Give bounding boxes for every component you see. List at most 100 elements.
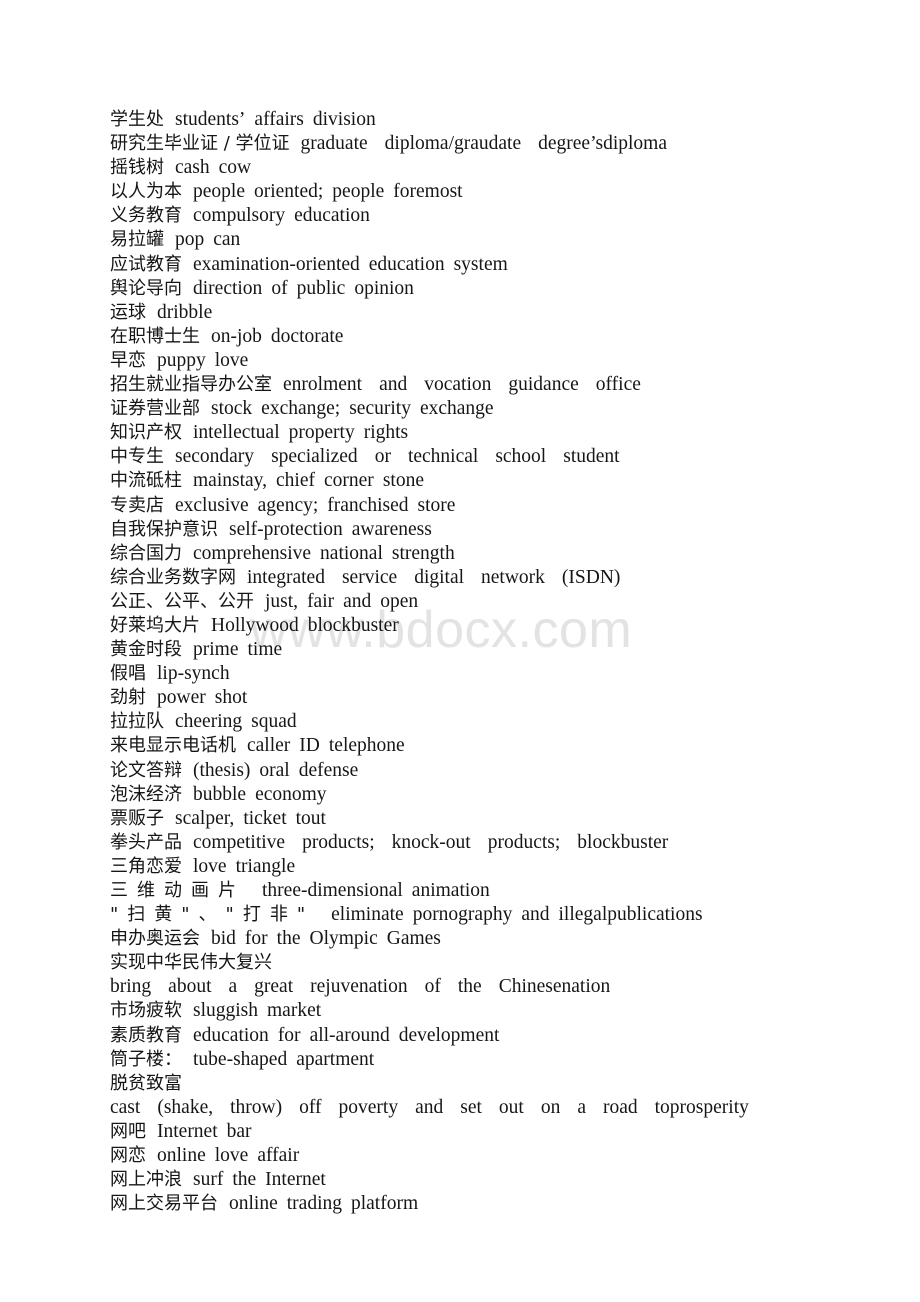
glossary-entry: 申办奥运会 bid for the Olympic Games <box>110 927 792 951</box>
entry-term: 来电显示电话机 <box>110 735 236 757</box>
glossary-entry: 公正、公平、公开 just, fair and open <box>110 590 792 614</box>
entry-gloss: bid for the Olympic Games <box>211 928 441 950</box>
entry-gloss: love triangle <box>193 855 296 877</box>
entry-term: 学生处 <box>110 109 164 130</box>
entry-gloss: education for all-around development <box>193 1024 500 1046</box>
glossary-entry: 拉拉队 cheering squad <box>110 710 792 734</box>
entry-gloss: students’ affairs division <box>175 109 376 130</box>
entry-gloss: intellectual property rights <box>193 422 409 444</box>
entry-term: 自我保护意识 <box>110 518 218 540</box>
glossary-entry: 运球 dribble <box>110 301 792 325</box>
entry-gloss: tube-shaped apartment <box>193 1048 375 1070</box>
glossary-entry: 易拉罐 pop can <box>110 228 792 252</box>
glossary-entry: 知识产权 intellectual property rights <box>110 421 792 445</box>
entry-term: 黄金时段 <box>110 639 182 661</box>
entry-gloss: integrated service digital network (ISDN) <box>247 566 621 588</box>
entry-term: 拉拉队 <box>110 711 164 733</box>
entry-term: 在职博士生 <box>110 325 200 347</box>
entry-gloss: on-job doctorate <box>211 325 344 347</box>
entry-term: 脱贫致富 <box>110 1072 182 1094</box>
glossary-entry: 以人为本 people oriented; people foremost <box>110 180 792 204</box>
entry-gloss: compulsory education <box>193 205 370 227</box>
entry-term: 网恋 <box>110 1145 146 1167</box>
glossary-entry: 素质教育 education for all-around development <box>110 1024 792 1048</box>
entry-gloss: (thesis) oral defense <box>193 759 359 781</box>
glossary-entry: 三角恋爱 love triangle <box>110 855 792 879</box>
entry-term: 综合国力 <box>110 542 182 564</box>
entry-gloss: examination-oriented education system <box>193 253 508 275</box>
entry-term: 义务教育 <box>110 205 182 227</box>
entry-gloss: people oriented; people foremost <box>193 181 463 203</box>
entry-term: 招生就业指导办公室 <box>110 374 272 396</box>
entry-term: 证券营业部 <box>110 398 200 420</box>
entry-term: 应试教育 <box>110 253 182 275</box>
glossary-entry: 网上冲浪 surf the Internet <box>110 1168 792 1192</box>
entry-term: 综合业务数字网 <box>110 566 236 588</box>
entry-gloss: three-dimensional animation <box>262 880 490 901</box>
entry-term: 舆论导向 <box>110 277 182 299</box>
glossary-entry: 脱贫致富cast (shake, throw) off poverty and set out… <box>110 1072 792 1120</box>
entry-term: 摇钱树 <box>110 157 164 179</box>
glossary-entry: 应试教育 examination-oriented education system <box>110 253 792 277</box>
entry-term: 专卖店 <box>110 494 164 516</box>
entry-gloss: bubble economy <box>193 783 327 805</box>
glossary-entry: 综合国力 comprehensive national strength <box>110 542 792 566</box>
entry-term: 易拉罐 <box>110 229 164 251</box>
entry-gloss: caller ID telephone <box>247 735 405 757</box>
glossary-entry: 市场疲软 sluggish market <box>110 999 792 1023</box>
entry-term: 研究生毕业证 / 学位证 <box>110 133 290 155</box>
entry-term: 知识产权 <box>110 422 182 444</box>
entry-gloss: competitive products; knock-out products; bl… <box>193 831 669 853</box>
entry-term: 以人为本 <box>110 181 182 203</box>
entry-gloss: power shot <box>157 687 248 709</box>
entry-gloss: scalper, ticket tout <box>175 807 326 829</box>
document-page: 学生处 students’ affairs division 研究生毕业证 / 学位证 g… <box>0 0 920 1302</box>
glossary-entry: 义务教育 compulsory education <box>110 204 792 228</box>
entry-term: 市场疲软 <box>110 1000 182 1022</box>
entry-term: 中专生 <box>110 446 164 468</box>
entry-gloss: cast (shake, throw) off poverty and set out on a r… <box>110 1096 749 1118</box>
entry-term: 公正、公平、公开 <box>110 590 254 612</box>
entry-term: 网上交易平台 <box>110 1193 218 1215</box>
glossary-entry: 筒子楼： tube-shaped apartment <box>110 1048 792 1072</box>
entry-term: 中流砥柱 <box>110 470 182 492</box>
glossary-entry: 舆论导向 direction of public opinion <box>110 277 792 301</box>
glossary-entry: 三维动画片 three-dimensional animation <box>110 879 792 903</box>
entry-gloss: comprehensive national strength <box>193 542 455 564</box>
entry-term: "扫黄"、"打非" <box>110 904 315 926</box>
entry-gloss: online love affair <box>157 1145 300 1167</box>
glossary-entry: 证券营业部 stock exchange; security exchange <box>110 397 792 421</box>
glossary-entry: 学生处 students’ affairs division <box>110 108 792 132</box>
entry-gloss: pop can <box>175 229 241 251</box>
glossary-entry: 泡沫经济 bubble economy <box>110 783 792 807</box>
glossary-entry: 好莱坞大片 Hollywood blockbuster <box>110 614 792 638</box>
glossary-entry: 票贩子 scalper, ticket tout <box>110 807 792 831</box>
entry-term: 实现中华民伟大复兴 <box>110 952 272 974</box>
entry-gloss: stock exchange; security exchange <box>211 398 494 420</box>
entry-gloss: self-protection awareness <box>229 518 432 540</box>
glossary-entry: 劲射 power shot <box>110 686 792 710</box>
glossary-entry: 中专生 secondary specialized or technical school… <box>110 445 792 469</box>
entry-gloss: Internet bar <box>157 1120 252 1142</box>
glossary-entry: 摇钱树 cash cow <box>110 156 792 180</box>
entry-gloss: cash cow <box>175 157 252 179</box>
entry-term: 三维动画片 <box>110 880 245 901</box>
entry-gloss: cheering squad <box>175 711 297 733</box>
glossary-entry: 网吧 Internet bar <box>110 1120 792 1144</box>
entry-term: 网上冲浪 <box>110 1169 182 1191</box>
entry-gloss: secondary specialized or technical school stu… <box>175 446 620 468</box>
glossary-entry-list: 学生处 students’ affairs division 研究生毕业证 / 学位证 g… <box>110 108 792 1216</box>
glossary-entry: 假唱 lip-synch <box>110 662 792 686</box>
glossary-entry: 拳头产品 competitive products; knock-out product… <box>110 831 792 855</box>
glossary-entry: 黄金时段 prime time <box>110 638 792 662</box>
entry-term: 拳头产品 <box>110 831 182 853</box>
entry-term: 筒子楼： <box>110 1048 182 1070</box>
entry-term: 泡沫经济 <box>110 783 182 805</box>
glossary-entry: 早恋 puppy love <box>110 349 792 373</box>
entry-gloss: eliminate pornography and illegalpublicatio… <box>331 904 703 926</box>
entry-term: 素质教育 <box>110 1024 182 1046</box>
entry-gloss: bring about a great rejuvenation of the Chinese… <box>110 976 611 998</box>
glossary-entry: 自我保护意识 self-protection awareness <box>110 518 792 542</box>
entry-gloss: mainstay, chief corner stone <box>193 470 424 492</box>
glossary-entry: 网恋 online love affair <box>110 1144 792 1168</box>
